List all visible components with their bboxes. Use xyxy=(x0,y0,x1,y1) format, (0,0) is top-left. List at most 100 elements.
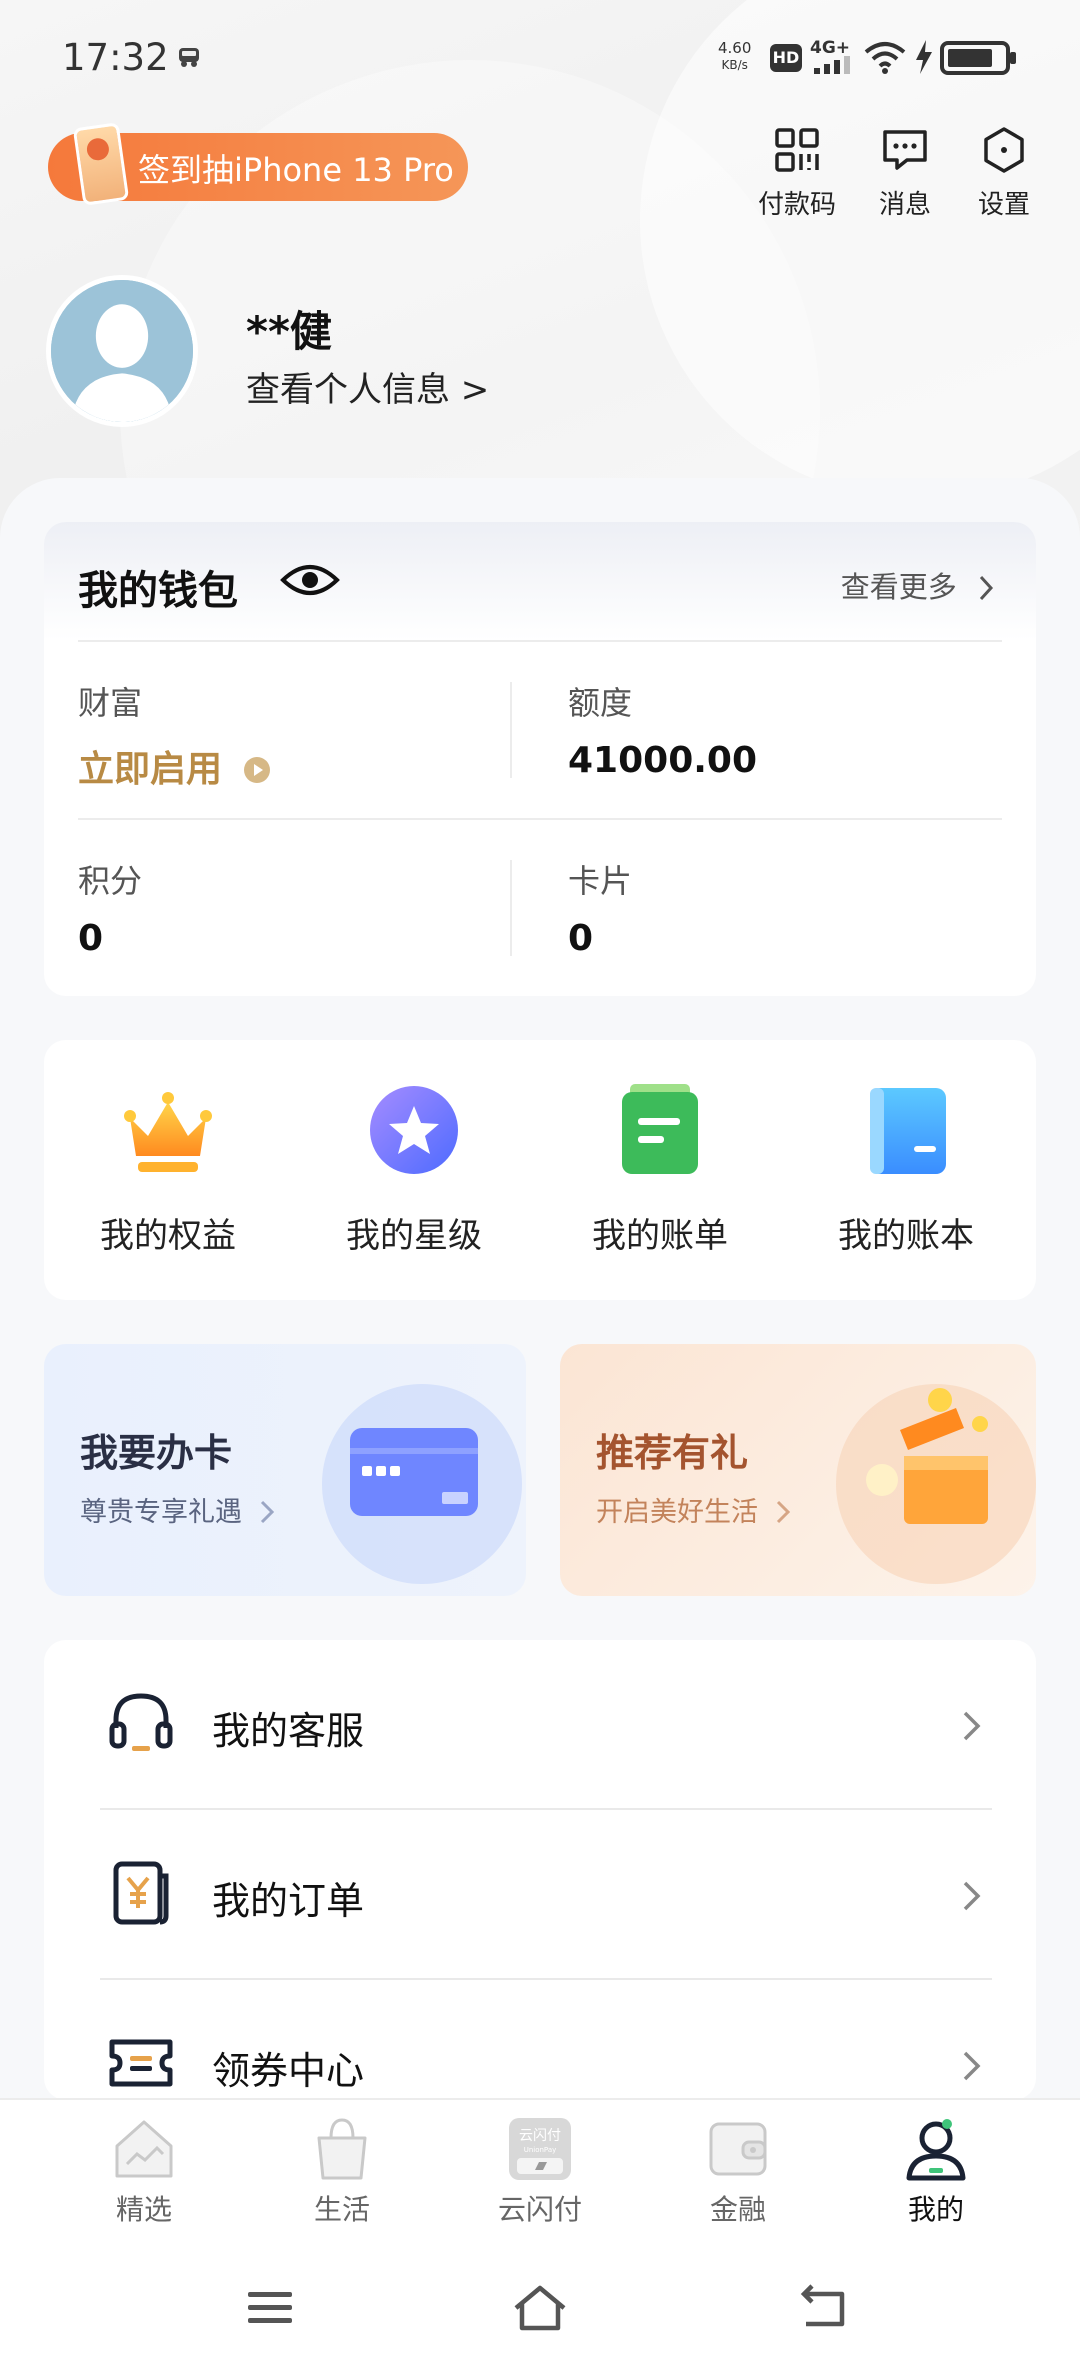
my-star-level-button[interactable]: 我的星级 xyxy=(294,1080,534,1257)
chevron-right-icon xyxy=(963,1881,981,1911)
divider xyxy=(78,818,1002,820)
credit-limit-value: 41000.00 xyxy=(568,740,758,781)
bottom-nav: 精选 生活 云闪付 UnionPay 云闪付 金融 我的 xyxy=(0,2098,1080,2240)
referral-title: 推荐有礼 xyxy=(596,1431,749,1475)
star-badge-icon xyxy=(370,1086,458,1174)
payment-code-label: 付款码 xyxy=(757,190,836,220)
points-label: 积分 xyxy=(78,862,143,900)
play-circle-icon xyxy=(243,757,270,783)
crown-icon xyxy=(124,1092,212,1172)
service-list: 我的客服 我的订单 领券中心 xyxy=(44,1640,1036,2100)
wallet-more-link[interactable]: 查看更多 xyxy=(841,564,996,606)
apply-card-subtitle: 尊贵专享礼遇 xyxy=(80,1490,275,1529)
user-name: **健 xyxy=(246,307,332,356)
quick-entries: 我的权益 我的星级 我的账单 我的账本 xyxy=(44,1040,1036,1300)
divider xyxy=(78,640,1002,642)
phone-prize-icon xyxy=(72,122,130,206)
bill-icon xyxy=(622,1084,698,1174)
tab-finance[interactable]: 金融 xyxy=(668,2114,808,2228)
user-icon xyxy=(906,2119,966,2181)
tab-cloud-pay[interactable]: 云闪付 UnionPay 云闪付 xyxy=(470,2114,610,2228)
referral-promo[interactable]: 推荐有礼 开启美好生活 xyxy=(560,1344,1036,1596)
list-item-orders[interactable]: 我的订单 xyxy=(44,1810,1036,1980)
home-icon xyxy=(115,2120,173,2178)
apply-card-title: 我要办卡 xyxy=(80,1431,233,1475)
view-profile-link[interactable]: 查看个人信息 > xyxy=(246,362,489,411)
home-nav-icon[interactable] xyxy=(510,2280,570,2336)
points-cell[interactable]: 积分 0 xyxy=(78,856,142,959)
settings-button[interactable]: 设置 xyxy=(959,126,1049,221)
tab-finance-label: 金融 xyxy=(709,2193,766,2226)
tab-life[interactable]: 生活 xyxy=(272,2114,412,2228)
battery-icon xyxy=(940,41,1016,75)
status-bar: 17:32 4.60 KB/s HD 4G+ xyxy=(0,0,1080,110)
tab-cloud-pay-label: 云闪付 xyxy=(497,2193,582,2226)
apply-card-promo[interactable]: 我要办卡 尊贵专享礼遇 xyxy=(44,1344,526,1596)
hd-badge: HD xyxy=(770,44,802,72)
my-ledger-label: 我的账本 xyxy=(838,1216,974,1256)
my-star-level-label: 我的星级 xyxy=(346,1216,482,1256)
cloud-pay-logo-sub: UnionPay xyxy=(524,2146,557,2154)
wallet-card: 我的钱包 查看更多 财富 立即启用 额度 41000.00 积分 0 卡片 0 xyxy=(44,522,1036,996)
checkin-promo-button[interactable]: 签到抽iPhone 13 Pro xyxy=(48,122,468,206)
status-time: 17:32 xyxy=(62,36,169,79)
wealth-value: 立即启用 xyxy=(78,740,271,792)
tab-mine[interactable]: 我的 xyxy=(866,2114,1006,2228)
cards-label: 卡片 xyxy=(568,862,633,900)
wallet-title: 我的钱包 xyxy=(78,568,238,614)
coupons-label: 领券中心 xyxy=(212,2049,365,2093)
credit-limit-cell[interactable]: 额度 41000.00 xyxy=(568,678,757,781)
messages-button[interactable]: 消息 xyxy=(860,126,950,221)
back-icon[interactable] xyxy=(794,2280,854,2336)
car-icon xyxy=(179,48,199,67)
credit-card-icon xyxy=(350,1428,478,1516)
tab-mine-label: 我的 xyxy=(907,2193,964,2226)
my-benefits-button[interactable]: 我的权益 xyxy=(48,1080,288,1257)
eye-icon[interactable] xyxy=(280,560,340,600)
cloud-pay-icon: 云闪付 UnionPay xyxy=(509,2118,571,2180)
my-benefits-label: 我的权益 xyxy=(100,1216,236,1256)
promo-label: 签到抽iPhone 13 Pro xyxy=(138,151,454,189)
tab-featured-label: 精选 xyxy=(115,2193,172,2226)
settings-label: 设置 xyxy=(977,190,1030,220)
customer-service-label: 我的客服 xyxy=(212,1709,365,1753)
wealth-label: 财富 xyxy=(78,684,143,722)
qr-code-icon xyxy=(775,128,819,172)
cards-value: 0 xyxy=(568,918,594,959)
cards-cell[interactable]: 卡片 0 xyxy=(568,856,632,959)
gift-box-icon xyxy=(866,1388,988,1524)
settings-hexagon-icon xyxy=(984,127,1024,173)
network-type: 4G+ xyxy=(810,38,851,58)
headset-icon xyxy=(109,1693,173,1751)
message-icon xyxy=(883,130,927,170)
points-value: 0 xyxy=(78,918,104,959)
wifi-icon xyxy=(864,42,906,74)
messages-label: 消息 xyxy=(878,190,931,220)
list-item-customer-service[interactable]: 我的客服 xyxy=(44,1640,1036,1810)
signal-icon xyxy=(814,56,850,74)
wallet-icon xyxy=(709,2122,767,2176)
my-bill-button[interactable]: 我的账单 xyxy=(540,1080,780,1257)
my-ledger-button[interactable]: 我的账本 xyxy=(786,1080,1026,1257)
default-avatar-icon xyxy=(51,280,193,422)
coupon-icon xyxy=(109,2039,173,2087)
chevron-right-icon xyxy=(776,1500,790,1524)
divider xyxy=(510,860,512,956)
net-speed: 4.60 KB/s xyxy=(718,39,752,73)
wallet-more-label: 查看更多 xyxy=(840,570,957,604)
chevron-right-icon xyxy=(260,1500,274,1524)
ledger-book-icon xyxy=(870,1088,946,1174)
wealth-cell[interactable]: 财富 立即启用 xyxy=(78,678,271,792)
tab-featured[interactable]: 精选 xyxy=(74,2114,214,2228)
chevron-right-icon xyxy=(963,1711,981,1741)
avatar[interactable] xyxy=(46,275,198,427)
menu-icon[interactable] xyxy=(240,2280,300,2336)
charging-icon xyxy=(916,40,932,74)
order-receipt-icon xyxy=(113,1861,169,1925)
payment-code-button[interactable]: 付款码 xyxy=(752,126,842,221)
orders-label: 我的订单 xyxy=(212,1879,365,1923)
referral-subtitle: 开启美好生活 xyxy=(596,1490,791,1529)
cloud-pay-logo-text: 云闪付 xyxy=(519,2128,561,2144)
credit-limit-label: 额度 xyxy=(568,684,633,722)
my-bill-label: 我的账单 xyxy=(592,1216,728,1256)
